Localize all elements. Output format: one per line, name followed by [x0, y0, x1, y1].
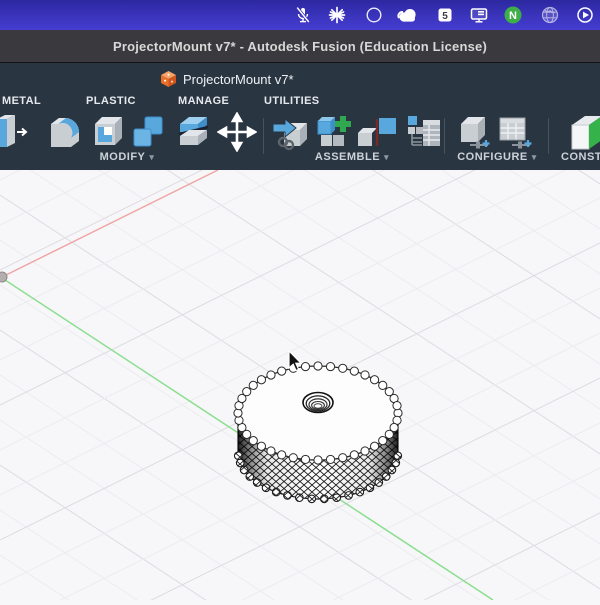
ribbon-tab-metal[interactable]: METAL	[2, 95, 41, 111]
toolbar-group-configure[interactable]: CONFIGURE ▾	[457, 151, 537, 166]
fillet-icon[interactable]	[44, 112, 84, 152]
toolbar-group-modify[interactable]: MODIFY▾	[100, 151, 155, 166]
combine-icon[interactable]	[128, 112, 168, 152]
svg-text:5: 5	[442, 11, 448, 22]
ribbon-tab-manage[interactable]: MANAGE	[178, 95, 229, 111]
document-tab[interactable]: ProjectorMount v7*	[160, 68, 294, 90]
group-label-text: CONFIGURE	[457, 151, 528, 163]
cloud-icon[interactable]	[396, 3, 420, 27]
group-label-text: ASSEMBLE	[315, 151, 380, 163]
document-tab-label: ProjectorMount v7*	[183, 72, 294, 87]
toolbar-group-assemble[interactable]: ASSEMBLE ▾	[315, 151, 389, 166]
toolbar-separator	[263, 118, 264, 154]
window-titlebar: ProjectorMount v7* - Autodesk Fusion (Ed…	[0, 30, 600, 63]
svg-text:N: N	[509, 10, 517, 22]
new-component-icon[interactable]	[313, 112, 353, 152]
joint-icon[interactable]	[353, 112, 405, 152]
chevron-down-icon: ▾	[532, 152, 537, 162]
split-body-icon[interactable]	[172, 112, 212, 152]
play-circle-icon[interactable]	[573, 3, 597, 27]
fusion-ribbon: ProjectorMount v7* METAL PLASTIC MANAGE …	[0, 63, 600, 170]
toolbar-group-construct[interactable]: CONST	[561, 151, 600, 166]
ribbon-tab-plastic[interactable]: PLASTIC	[86, 95, 136, 111]
circle-outline-icon[interactable]	[362, 3, 386, 27]
group-label-text: CONST	[561, 151, 600, 163]
bom-table-icon[interactable]	[404, 112, 444, 152]
window-title: ProjectorMount v7* - Autodesk Fusion (Ed…	[113, 39, 487, 54]
configuration-table-icon[interactable]	[495, 112, 535, 152]
construction-plane-icon[interactable]	[570, 112, 600, 152]
starburst-icon[interactable]	[325, 3, 349, 27]
press-pull-icon[interactable]	[0, 112, 33, 152]
macos-menubar: 5 N	[0, 0, 600, 30]
group-label-text: MODIFY	[100, 151, 146, 163]
threaded-hole	[303, 393, 333, 413]
viewport-canvas[interactable]	[0, 170, 600, 600]
calendar-icon[interactable]: 5	[433, 3, 457, 27]
vpn-badge-icon[interactable]: N	[501, 3, 525, 27]
ribbon-tab-utilities[interactable]: UTILITIES	[264, 95, 320, 111]
fusion-cube-icon	[160, 70, 177, 88]
toolbar-separator	[548, 118, 549, 154]
move-copy-icon[interactable]	[217, 112, 257, 152]
display-icon[interactable]	[467, 3, 491, 27]
toolbar-separator	[444, 118, 445, 154]
chevron-down-icon: ▾	[149, 152, 154, 162]
configuration-icon[interactable]	[453, 112, 493, 152]
origin-axes	[0, 170, 493, 600]
globe-icon[interactable]	[538, 3, 562, 27]
insert-derive-icon[interactable]	[270, 112, 310, 152]
knurled-knob-model[interactable]	[234, 362, 402, 503]
chevron-down-icon: ▾	[384, 152, 389, 162]
mic-muted-icon[interactable]	[291, 3, 315, 27]
shell-icon[interactable]	[87, 112, 127, 152]
